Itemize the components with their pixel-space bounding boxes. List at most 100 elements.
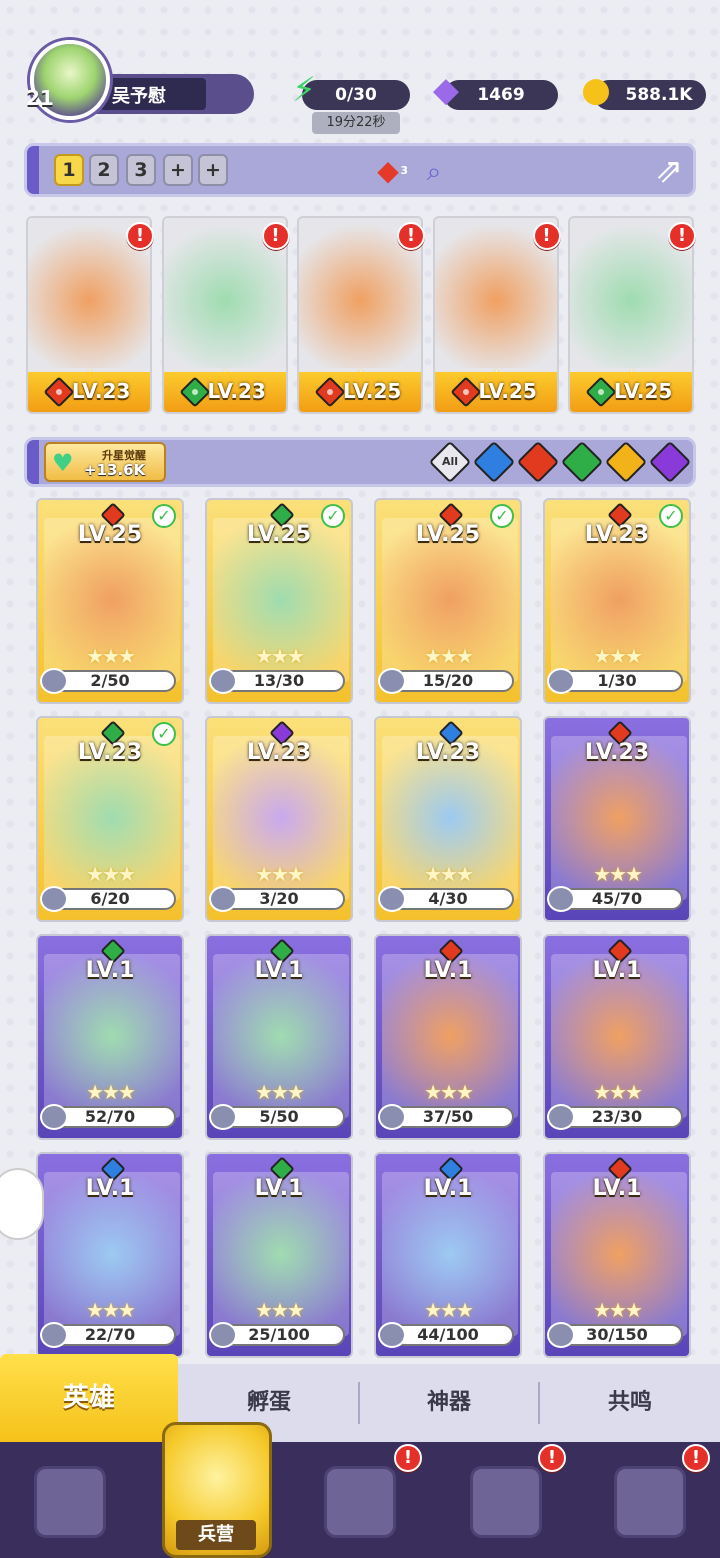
star-icon: ★★★ — [86, 1298, 136, 1322]
awaken-value: +13.6K — [84, 461, 146, 479]
hero-card[interactable]: LV.1 ★★★ 5/50 — [205, 934, 353, 1140]
hero-level: LV.23 — [72, 379, 131, 403]
star-icon: ★★★ — [86, 1080, 136, 1104]
red-gem-icon[interactable]: ◆ 3 — [372, 154, 408, 188]
check-icon: ✓ — [152, 722, 176, 746]
gold-coin-icon[interactable]: ● — [574, 68, 618, 112]
hero-card[interactable]: LV.25 ★★★ 15/20 ✓ — [374, 498, 522, 704]
hero-level: LV.1 — [85, 958, 135, 983]
tab-resonance[interactable]: 共鸣 — [540, 1364, 720, 1442]
shard-icon — [40, 1104, 68, 1130]
player-level: 21 — [26, 86, 54, 110]
energy-icon[interactable]: ⚡ — [282, 68, 326, 112]
hero-card[interactable]: LV.23 ★★★ 3/20 — [205, 716, 353, 922]
hero-card[interactable]: LV.1 ★★★ 25/100 — [205, 1152, 353, 1358]
star-icon: ★★★ — [255, 862, 305, 886]
hero-card[interactable]: LV.1 ★★★ 44/100 — [374, 1152, 522, 1358]
nav-book-icon[interactable] — [324, 1466, 396, 1538]
hero-card[interactable]: LV.1 ★★★ 30/150 — [543, 1152, 691, 1358]
shard-icon — [209, 668, 237, 694]
nav-mushroom-icon[interactable] — [614, 1466, 686, 1538]
hero-level: LV.25 — [478, 379, 537, 403]
hero-card[interactable]: LV.1 ★★★ 52/70 — [36, 934, 184, 1140]
awaken-button[interactable]: ♥ 升星觉醒 +13.6K — [44, 442, 166, 482]
hero-level: LV.1 — [254, 1176, 304, 1201]
star-icon: ★★★ — [255, 1080, 305, 1104]
heart-icon: ♥ — [52, 449, 74, 477]
category-tabs: 英雄 孵蛋 神器 共鸣 — [0, 1354, 720, 1442]
shard-icon — [40, 1322, 68, 1348]
gem-count: 3 — [400, 164, 408, 177]
team-tab-2[interactable]: 2 — [89, 154, 119, 186]
shard-icon — [547, 886, 575, 912]
hero-card[interactable]: LV.23 ★★★ 6/20 ✓ — [36, 716, 184, 922]
team-add-button[interactable]: + — [163, 154, 193, 186]
star-icon: ★★★ — [255, 644, 305, 668]
team-bar — [24, 143, 696, 197]
team-tab-1[interactable]: 1 — [54, 154, 84, 186]
alert-icon: ! — [532, 222, 561, 250]
hero-card[interactable]: LV.23 ★★★ 1/30 ✓ — [543, 498, 691, 704]
hero-card[interactable]: LV.23 ★★★ 4/30 — [374, 716, 522, 922]
energy-timer: 19分22秒 — [312, 112, 400, 134]
check-icon: ✓ — [659, 504, 683, 528]
hero-card[interactable]: LV.23 ★★★ 45/70 — [543, 716, 691, 922]
hero-level: LV.1 — [254, 958, 304, 983]
team-tab-3[interactable]: 3 — [126, 154, 156, 186]
hero-card[interactable]: LV.1 ★★★ 23/30 — [543, 934, 691, 1140]
gem-icon[interactable]: ◆ — [424, 68, 468, 112]
star-icon: ★★★ — [593, 862, 643, 886]
hero-level: LV.23 — [246, 740, 312, 765]
star-icon: ★★★ — [255, 1298, 305, 1322]
alert-icon: ! — [126, 222, 154, 250]
player-name: 吴予慰 — [112, 86, 166, 107]
shard-icon — [378, 1322, 406, 1348]
star-icon: ★★★ — [593, 1080, 643, 1104]
shard-icon — [547, 1322, 575, 1348]
tab-artifact[interactable]: 神器 — [360, 1364, 538, 1442]
hero-level: LV.1 — [592, 1176, 642, 1201]
shard-icon — [378, 886, 406, 912]
nav-barracks-label: 兵营 — [176, 1520, 256, 1550]
check-icon: ✓ — [490, 504, 514, 528]
nav-cards-icon[interactable] — [34, 1466, 106, 1538]
shard-icon — [378, 1104, 406, 1130]
shard-icon — [378, 668, 406, 694]
shard-icon — [209, 886, 237, 912]
hero-card[interactable]: LV.1 ★★★ 37/50 — [374, 934, 522, 1140]
alert-icon: ! — [397, 222, 425, 250]
star-icon: ★★★ — [86, 644, 136, 668]
star-icon: ★★★ — [593, 1298, 643, 1322]
hero-level: LV.25 — [343, 379, 402, 403]
nav-book-alert-icon: ! — [394, 1444, 422, 1472]
star-icon: ★★★ — [86, 862, 136, 886]
star-icon: ★★★ — [424, 1080, 474, 1104]
shard-icon — [209, 1322, 237, 1348]
hero-card[interactable]: LV.25 ★★★ 2/50 ✓ — [36, 498, 184, 704]
hero-level: LV.23 — [207, 379, 266, 403]
hero-level: LV.1 — [592, 958, 642, 983]
star-icon: ★★★ — [424, 644, 474, 668]
nav-shop-icon[interactable] — [470, 1466, 542, 1538]
hero-card[interactable]: LV.25 ★★★ 13/30 ✓ — [205, 498, 353, 704]
star-icon: ★★★ — [593, 644, 643, 668]
share-icon[interactable]: ⇗ — [648, 150, 690, 192]
star-icon: ★★★ — [424, 862, 474, 886]
hero-card[interactable]: LV.1 ★★★ 22/70 — [36, 1152, 184, 1358]
check-icon: ✓ — [321, 504, 345, 528]
shard-icon — [209, 1104, 237, 1130]
hero-level: LV.23 — [584, 740, 650, 765]
nav-shop-alert-icon: ! — [538, 1444, 566, 1472]
hero-level: LV.1 — [423, 1176, 473, 1201]
star-icon: ★★★ — [424, 1298, 474, 1322]
check-icon: ✓ — [152, 504, 176, 528]
alert-icon: ! — [261, 222, 290, 250]
magnify-icon[interactable]: ⌕ — [418, 156, 450, 188]
floating-helper-bubble[interactable] — [0, 1168, 44, 1240]
tab-heroes[interactable]: 英雄 — [0, 1354, 178, 1442]
shard-icon — [547, 668, 575, 694]
shard-icon — [40, 668, 68, 694]
team-add-button-2[interactable]: + — [198, 154, 228, 186]
hero-level: LV.1 — [85, 1176, 135, 1201]
hero-level: LV.23 — [415, 740, 481, 765]
